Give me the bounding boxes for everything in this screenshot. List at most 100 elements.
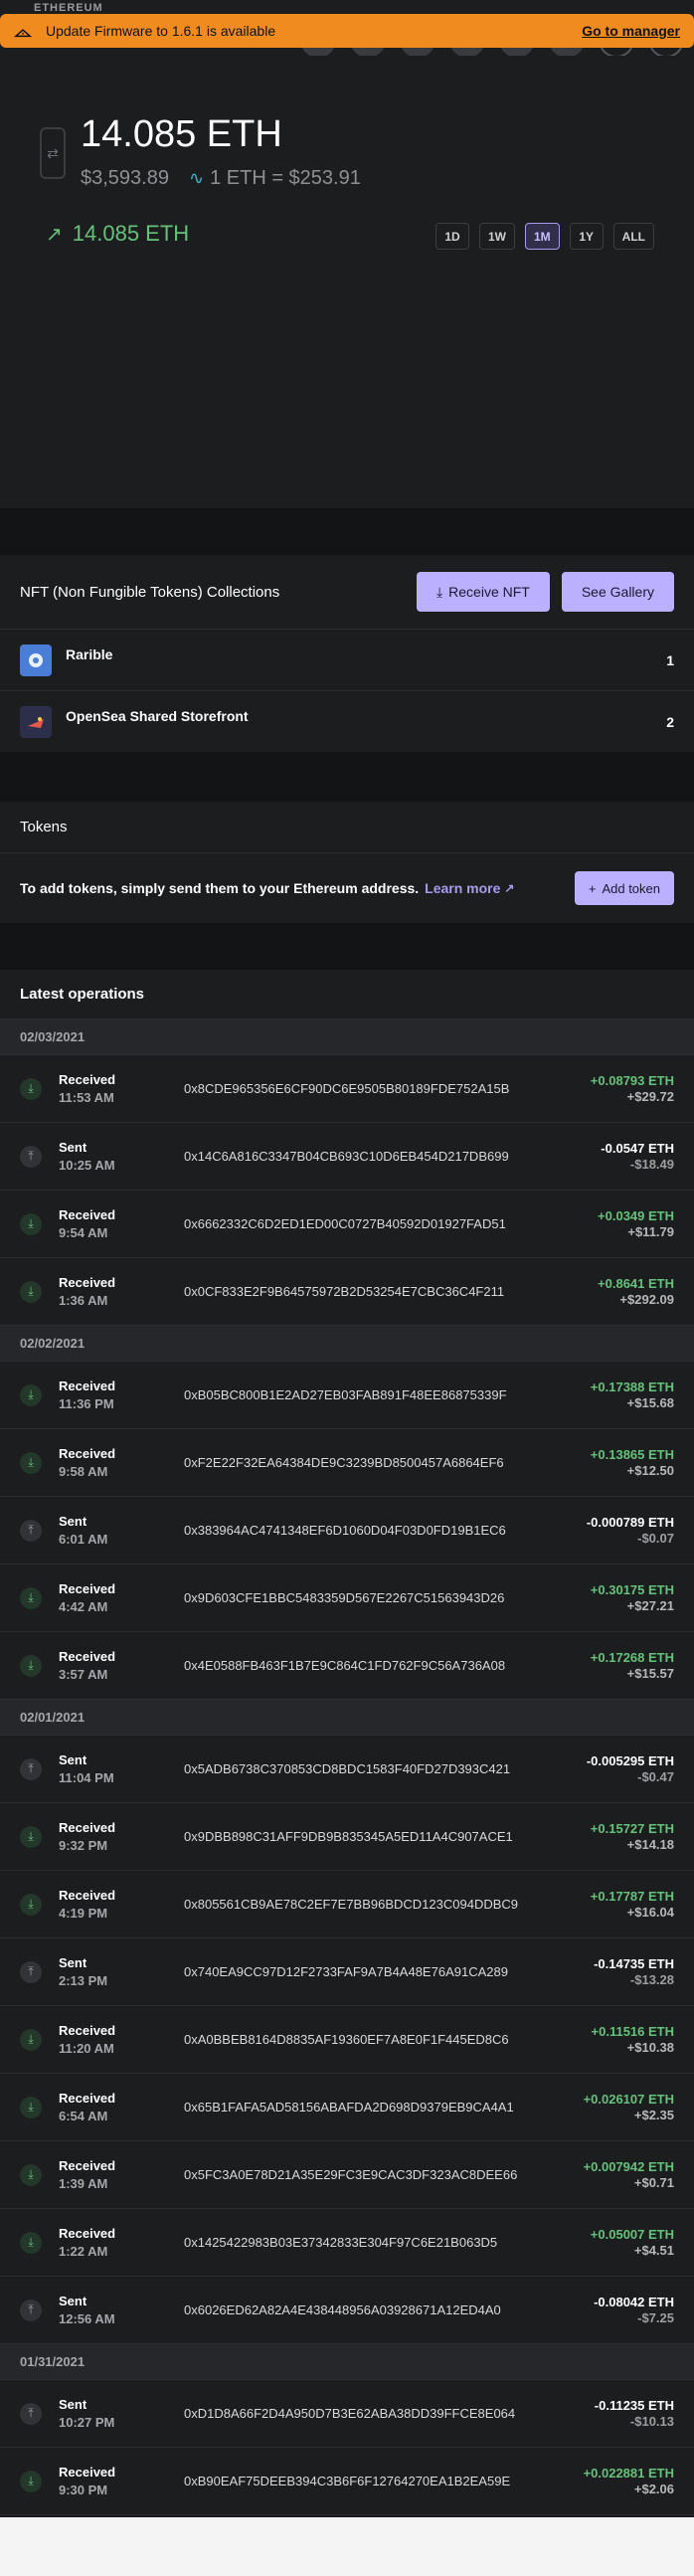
operation-amount-block: +0.022881 ETH +$2.06 xyxy=(584,2466,674,2497)
operation-type: Received xyxy=(59,1274,116,1290)
operation-hash: 0x6662332C6D2ED1ED00C0727B40592D01927FAD… xyxy=(184,1216,506,1231)
collection-row-rarible[interactable]: Rarible 1 xyxy=(0,630,694,691)
operation-row[interactable]: ⤓ Received 6:54 AM 0x65B1FAFA5AD58156ABAFDA… xyxy=(0,2074,694,2141)
operation-fiat: -$0.47 xyxy=(637,1768,674,1784)
operation-fiat: +$12.50 xyxy=(626,1462,674,1478)
rarible-icon xyxy=(20,644,52,676)
operation-hash: 0x5FC3A0E78D21A35E29FC3E9CAC3DF323AC8DEE… xyxy=(184,2167,518,2182)
range-1m[interactable]: 1M xyxy=(525,223,560,250)
collection-name: Rarible xyxy=(66,645,113,662)
operation-row[interactable]: ⤓ Received 9:58 AM 0xF2E22F32EA64384DE9C323… xyxy=(0,1429,694,1497)
operation-hash: 0x14C6A816C3347B04CB693C10D6EB454D217DB6… xyxy=(184,1149,509,1164)
operation-row[interactable]: ⤒ Sent 11:04 PM 0x5ADB6738C370853CD8BDC1583… xyxy=(0,1736,694,1803)
operation-type: Sent xyxy=(59,2396,87,2412)
see-gallery-button[interactable]: See Gallery xyxy=(561,572,674,612)
operation-fiat: -$10.13 xyxy=(629,2413,674,2429)
operation-time: 11:53 AM xyxy=(59,1089,114,1105)
balance-panel: ⇄ 14.085 ETH $3,593.89 ∿ 1 ETH = $253.91… xyxy=(0,56,694,508)
operation-row[interactable]: ⤒ Sent 10:25 AM 0x14C6A816C3347B04CB693C10D… xyxy=(0,1123,694,1191)
operation-row[interactable]: ⤓ Received 1:22 AM 0x1425422983B03E37342833… xyxy=(0,2209,694,2277)
external-link-icon: ↗ xyxy=(504,881,515,895)
operation-type-block: Received 11:20 AM xyxy=(59,2022,184,2058)
operation-fiat: +$27.21 xyxy=(626,1597,674,1613)
range-1d[interactable]: 1D xyxy=(435,223,469,250)
tokens-empty-state: To add tokens, simply send them to your … xyxy=(0,853,694,923)
operation-time: 9:58 AM xyxy=(59,1463,108,1479)
operation-row[interactable]: ⤓ Received 11:53 AM 0x8CDE965356E6CF90DC6E9… xyxy=(0,1055,694,1123)
arrow-up-icon: ⤒ xyxy=(20,1519,42,1542)
operation-type-block: Received 9:54 AM xyxy=(59,1206,184,1242)
operation-fiat: -$0.07 xyxy=(637,1530,674,1546)
nft-actions: ⤓ Receive NFT See Gallery xyxy=(416,572,674,612)
date-header: 01/31/2021 xyxy=(0,2344,694,2380)
add-token-button[interactable]: + Add token xyxy=(574,871,674,905)
range-1w[interactable]: 1W xyxy=(479,223,515,250)
arrow-down-icon: ⤓ xyxy=(20,1893,42,1916)
operation-row[interactable]: ⤒ Sent 12:56 AM 0x6026ED62A82A4E438448956A0… xyxy=(0,2277,694,2344)
operation-row[interactable]: ⤓ Received 11:20 AM 0xA0BBEB8164D8835AF1936… xyxy=(0,2006,694,2074)
tokens-card: Tokens To add tokens, simply send them t… xyxy=(0,802,694,923)
operation-row[interactable]: ⤓ Received 9:32 PM 0x9DBB898C31AFF9DB9B8353… xyxy=(0,1803,694,1871)
operation-hash: 0xB05BC800B1E2AD27EB03FAB891F48EE8687533… xyxy=(184,1387,507,1402)
operation-type-block: Received 11:53 AM xyxy=(59,1071,184,1107)
operation-row[interactable]: ⤒ Sent 2:13 PM 0x740EA9CC97D12F2733FAF9A7B4… xyxy=(0,1938,694,2006)
operation-type: Received xyxy=(59,2464,116,2480)
operation-time: 1:36 AM xyxy=(59,1292,108,1308)
operation-row[interactable]: ⤓ Received 3:57 AM 0x4E0588FB463F1B7E9C864C… xyxy=(0,1632,694,1700)
operation-row[interactable]: ⤓ Received 4:19 PM 0x805561CB9AE78C2EF7E7BB… xyxy=(0,1871,694,1938)
operation-fiat: -$18.49 xyxy=(629,1156,674,1172)
operation-amount-block: +0.11516 ETH +$10.38 xyxy=(592,2024,674,2056)
operation-amount-block: +0.0349 ETH +$11.79 xyxy=(598,1208,674,1240)
learn-more-link[interactable]: Learn more xyxy=(425,880,500,896)
operation-amount-block: -0.005295 ETH -$0.47 xyxy=(587,1753,674,1785)
operation-fiat: +$292.09 xyxy=(619,1291,674,1307)
operation-row[interactable]: ⤓ Received 9:30 PM 0xB90EAF75DEEB394C3B6F6F… xyxy=(0,2448,694,2515)
range-all[interactable]: ALL xyxy=(612,223,654,250)
operation-fiat: +$2.06 xyxy=(633,2481,674,2496)
operation-amount-block: -0.11235 ETH -$10.13 xyxy=(595,2398,674,2430)
operation-amount: +0.05007 ETH xyxy=(590,2226,674,2242)
operation-hash: 0x9DBB898C31AFF9DB9B835345A5ED11A4C907AC… xyxy=(184,1829,513,1844)
operation-type-block: Received 9:30 PM xyxy=(59,2464,184,2499)
rate-text: 1 ETH = $253.91 xyxy=(210,167,361,189)
range-selector: 1D 1W 1M 1Y ALL xyxy=(435,223,654,250)
operation-amount-block: +0.007942 ETH +$0.71 xyxy=(584,2159,674,2191)
nft-collections-card: NFT (Non Fungible Tokens) Collections ⤓ … xyxy=(0,555,694,752)
operation-hash: 0xA0BBEB8164D8835AF19360EF7A8E0F1F445ED8… xyxy=(184,2032,509,2047)
add-token-label: Add token xyxy=(602,880,660,896)
receive-nft-label: Receive NFT xyxy=(448,584,530,600)
collection-row-opensea[interactable]: OpenSea Shared Storefront 2 xyxy=(0,691,694,753)
nft-title: NFT (Non Fungible Tokens) Collections xyxy=(20,583,280,601)
swap-currency-icon[interactable]: ⇄ xyxy=(40,127,66,179)
operation-row[interactable]: ⤒ Sent 6:01 AM 0x383964AC4741348EF6D1060D04… xyxy=(0,1497,694,1564)
operation-time: 10:27 PM xyxy=(59,2414,115,2430)
operation-row[interactable]: ⤓ Received 4:42 AM 0x9D603CFE1BBC5483359D56… xyxy=(0,1564,694,1632)
operation-row[interactable]: ⤓ Received 1:39 AM 0x5FC3A0E78D21A35E29FC3E… xyxy=(0,2141,694,2209)
warning-icon xyxy=(14,29,32,38)
operation-type: Received xyxy=(59,1445,116,1461)
operation-time: 9:30 PM xyxy=(59,2482,108,2497)
operation-amount-block: +0.17268 ETH +$15.57 xyxy=(591,1650,674,1682)
operation-amount: +0.17268 ETH xyxy=(590,1649,674,1665)
operation-amount: -0.08042 ETH xyxy=(594,2294,674,2309)
latest-operations-card: Latest operations 02/03/2021 ⤓ Received 11:… xyxy=(0,970,694,2517)
operation-row[interactable]: ⤓ Received 1:36 AM 0x0CF833E2F9B64575972B2D… xyxy=(0,1258,694,1326)
operation-time: 11:36 PM xyxy=(59,1395,114,1411)
operation-row[interactable]: ⤓ Received 11:36 PM 0xB05BC800B1E2AD27EB03F… xyxy=(0,1362,694,1429)
operation-hash: 0xB90EAF75DEEB394C3B6F6F12764270EA1B2EA5… xyxy=(184,2474,511,2488)
operation-amount: +0.08793 ETH xyxy=(590,1072,674,1088)
range-1y[interactable]: 1Y xyxy=(569,223,604,250)
receive-nft-button[interactable]: ⤓ Receive NFT xyxy=(416,572,550,612)
arrow-down-icon: ⤓ xyxy=(20,1825,42,1848)
operation-hash: 0x8CDE965356E6CF90DC6E9505B80189FDE752A1… xyxy=(184,1081,510,1096)
operation-row[interactable]: ⤓ Received 9:54 AM 0x6662332C6D2ED1ED00C072… xyxy=(0,1191,694,1258)
operation-amount: -0.14735 ETH xyxy=(594,1955,674,1971)
operation-row[interactable]: ⤒ Sent 10:27 PM 0xD1D8A66F2D4A950D7B3E62ABA… xyxy=(0,2380,694,2448)
collection-count: 2 xyxy=(666,714,674,730)
operation-time: 11:20 AM xyxy=(59,2040,114,2056)
operation-fiat: +$2.35 xyxy=(633,2107,674,2122)
operation-type: Received xyxy=(59,2157,116,2173)
operation-type-block: Received 1:36 AM xyxy=(59,1274,184,1310)
go-to-manager-link[interactable]: Go to manager xyxy=(582,23,680,39)
operation-amount: +0.8641 ETH xyxy=(598,1275,674,1291)
